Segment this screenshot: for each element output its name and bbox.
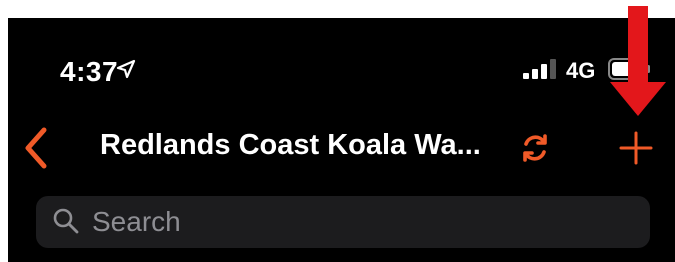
refresh-icon: [523, 134, 547, 162]
location-arrow-icon: [116, 59, 136, 79]
cellular-signal-icon: [523, 59, 556, 79]
status-time: 4:37: [60, 56, 119, 87]
network-type: 4G: [566, 58, 596, 83]
chevron-left-icon: [25, 127, 47, 169]
page-title: Redlands Coast Koala Wa...: [100, 129, 481, 161]
search-placeholder: Search: [92, 206, 181, 237]
back-button[interactable]: [22, 126, 52, 170]
app-screen: 4:37 4G Redlands Coast Koala Wa... Searc…: [8, 18, 675, 262]
navigation-bar: Redlands Coast Koala Wa...: [8, 118, 675, 178]
status-bar: 4:37 4G: [8, 18, 675, 108]
refresh-button[interactable]: [518, 131, 552, 165]
add-button[interactable]: [616, 128, 656, 168]
search-icon: [53, 208, 79, 234]
red-arrow-down-icon: [610, 6, 666, 116]
plus-icon: [619, 131, 653, 165]
search-bar[interactable]: Search: [36, 196, 650, 248]
